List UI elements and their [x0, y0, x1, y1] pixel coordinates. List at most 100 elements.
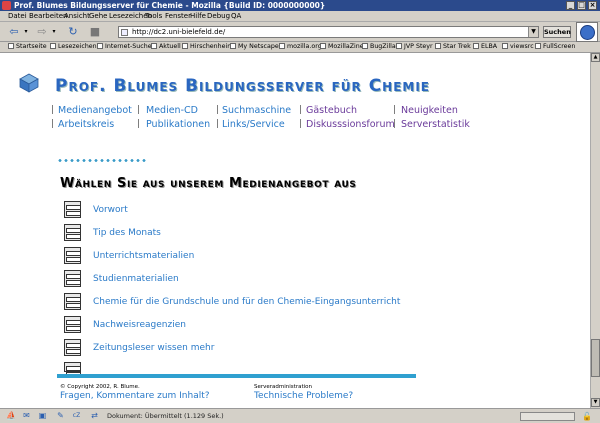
- bookmark-icon: [435, 43, 441, 49]
- section-title: Wählen Sie aus unserem Medienangebot aus: [60, 176, 357, 191]
- status-bar: ⛵ ✉ ▣ ✎ cZ ⇄ Dokument: Übermittelt (1.12…: [0, 408, 600, 423]
- window-app-icon[interactable]: [2, 1, 11, 10]
- bookmark-aktuell[interactable]: Aktuell: [151, 43, 181, 50]
- bookmark-mozilla-org[interactable]: mozilla.org: [279, 43, 322, 50]
- scrollbar-thumb[interactable]: [591, 339, 600, 377]
- dotted-divider: [57, 159, 147, 162]
- bookmark-startseite[interactable]: Startseite: [8, 43, 47, 50]
- online-status-icon[interactable]: ⇄: [90, 412, 99, 420]
- composer-icon[interactable]: ✎: [56, 412, 65, 420]
- media-link-tip-des-monats[interactable]: Tip des Monats: [93, 228, 161, 238]
- nav-link-medien-cd[interactable]: Medien-CD: [146, 105, 198, 116]
- nav-link-neuigkeiten[interactable]: Neuigkeiten: [401, 105, 458, 116]
- url-text: http://dc2.uni-bielefeld.de/: [132, 28, 226, 36]
- window-titlebar: Prof. Blumes Bildungsserver für Chemie -…: [0, 0, 600, 11]
- bookmark-mozillazine[interactable]: MozillaZine: [320, 43, 364, 50]
- nav-link-serverstatistik[interactable]: Serverstatistik: [401, 119, 470, 130]
- nav-link-arbeitskreis[interactable]: Arbeitskreis: [58, 119, 114, 130]
- file-cabinet-icon[interactable]: [64, 362, 81, 377]
- mail-icon[interactable]: ✉: [22, 412, 31, 420]
- bookmark-icon: [279, 43, 285, 49]
- media-link-studienmaterialien[interactable]: Studienmaterialien: [93, 274, 179, 284]
- scroll-up-icon[interactable]: ▲: [591, 53, 600, 62]
- bookmark-jvp-steyr[interactable]: JVP Steyr: [396, 43, 433, 50]
- menu-datei[interactable]: Datei: [8, 12, 27, 20]
- home-icon: [8, 43, 14, 49]
- menu-bearbeiten[interactable]: Bearbeiten: [29, 12, 67, 20]
- technical-problems-link[interactable]: Technische Probleme?: [254, 391, 353, 401]
- file-cabinet-icon[interactable]: [64, 201, 81, 218]
- back-dropdown-icon[interactable]: ▾: [22, 25, 30, 38]
- nav-separator: |: [299, 105, 303, 115]
- progress-bar: [520, 412, 575, 421]
- search-button[interactable]: Suchen: [543, 26, 571, 38]
- bookmark-elba[interactable]: ELBA: [473, 43, 497, 50]
- navigation-toolbar: ⇦ ▾ ⇨ ▾ ↻ ■ http://dc2.uni-bielefeld.de/…: [0, 22, 600, 42]
- page-content: Prof. Blumes Bildungsserver für Chemie |…: [0, 53, 590, 408]
- nav-link-gaestebuch[interactable]: Gästebuch: [306, 105, 357, 116]
- bookmark-lesezeichen[interactable]: Lesezeichen: [50, 43, 97, 50]
- file-cabinet-icon[interactable]: [64, 247, 81, 264]
- feedback-link[interactable]: Fragen, Kommentare zum Inhalt?: [60, 391, 210, 401]
- nav-link-medienangebot[interactable]: Medienangebot: [58, 105, 132, 116]
- file-cabinet-icon[interactable]: [64, 224, 81, 241]
- menu-bar: Datei Bearbeiten Ansicht Gehe Lesezeiche…: [0, 11, 600, 22]
- media-link-unterrichtsmaterialien[interactable]: Unterrichtsmaterialien: [93, 251, 194, 261]
- addressbook-icon[interactable]: ▣: [38, 412, 47, 420]
- scroll-down-icon[interactable]: ▼: [591, 398, 600, 407]
- file-cabinet-icon[interactable]: [64, 339, 81, 356]
- menu-hilfe[interactable]: Hilfe: [190, 12, 206, 20]
- nav-link-diskussionsforum[interactable]: Diskusssionsforum: [306, 119, 395, 130]
- menu-qa[interactable]: QA: [231, 12, 241, 20]
- chatzilla-icon[interactable]: cZ: [72, 412, 81, 420]
- menu-ansicht[interactable]: Ansicht: [64, 12, 90, 20]
- bookmark-icon: [97, 43, 103, 49]
- mozilla-throbber[interactable]: [576, 22, 598, 42]
- bookmark-viewsrc[interactable]: viewsrc: [502, 43, 534, 50]
- bookmark-fullscreen[interactable]: FullScreen: [535, 43, 575, 50]
- nav-link-links-service[interactable]: Links/Service: [222, 119, 285, 130]
- bookmark-icon: [362, 43, 368, 49]
- bookmark-hirschenheim[interactable]: Hirschenheim: [182, 43, 233, 50]
- media-link-nachweisreagenzien[interactable]: Nachweisreagenzien: [93, 320, 186, 330]
- url-dropdown-icon[interactable]: ▼: [528, 27, 538, 37]
- url-bar[interactable]: http://dc2.uni-bielefeld.de/ ▼: [118, 26, 539, 38]
- media-link-zeitungsleser[interactable]: Zeitungsleser wissen mehr: [93, 343, 214, 353]
- bookmark-bugzilla[interactable]: BugZilla: [362, 43, 396, 50]
- media-link-chemie-grundschule[interactable]: Chemie für die Grundschule und für den C…: [93, 297, 400, 307]
- menu-tools[interactable]: Tools: [145, 12, 162, 20]
- bookmark-internet-suche[interactable]: Internet-Suche: [97, 43, 152, 50]
- vertical-scrollbar[interactable]: ▲ ▼: [590, 53, 600, 408]
- security-lock-icon[interactable]: 🔓: [582, 412, 592, 421]
- bookmark-icon: [151, 43, 157, 49]
- media-link-vorwort[interactable]: Vorwort: [93, 205, 128, 215]
- bookmark-icon: [473, 43, 479, 49]
- forward-arrow-icon[interactable]: ⇨: [34, 25, 50, 38]
- menu-fenster[interactable]: Fenster: [165, 12, 191, 20]
- menu-debug[interactable]: Debug: [207, 12, 230, 20]
- file-cabinet-icon[interactable]: [64, 293, 81, 310]
- minimize-icon[interactable]: _: [566, 1, 575, 10]
- bookmark-icon: [182, 43, 188, 49]
- bookmark-icon: [50, 43, 56, 49]
- file-cabinet-icon[interactable]: [64, 316, 81, 333]
- nav-link-publikationen[interactable]: Publikationen: [146, 119, 210, 130]
- maximize-icon[interactable]: □: [577, 1, 586, 10]
- close-icon[interactable]: ×: [588, 1, 597, 10]
- bookmarks-toolbar: Startseite Lesezeichen Internet-Suche Ak…: [0, 42, 600, 53]
- bookmark-icon: [320, 43, 326, 49]
- navigator-icon[interactable]: ⛵: [6, 412, 16, 420]
- menu-gehe[interactable]: Gehe: [89, 12, 107, 20]
- bookmark-icon: [396, 43, 402, 49]
- reload-icon[interactable]: ↻: [66, 25, 80, 38]
- forward-dropdown-icon[interactable]: ▾: [50, 25, 58, 38]
- back-arrow-icon[interactable]: ⇦: [6, 25, 22, 38]
- bookmark-my-netscape[interactable]: My Netscape: [230, 43, 279, 50]
- bookmark-star-trek[interactable]: Star Trek: [435, 43, 471, 50]
- nav-link-suchmaschine[interactable]: Suchmaschine: [222, 105, 291, 116]
- nav-separator: |: [299, 119, 303, 129]
- stop-icon[interactable]: ■: [88, 25, 102, 38]
- file-cabinet-icon[interactable]: [64, 270, 81, 287]
- status-text: Dokument: Übermittelt (1.129 Sek.): [107, 412, 224, 420]
- nav-separator: |: [137, 119, 141, 129]
